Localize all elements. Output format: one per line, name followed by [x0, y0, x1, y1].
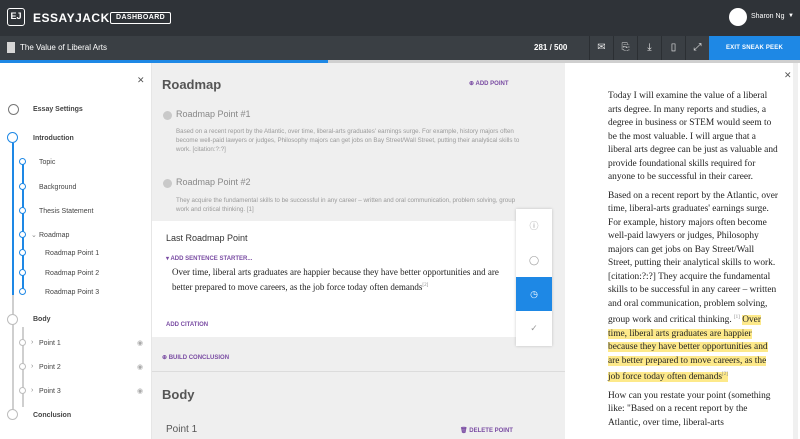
sidebar-item-introduction[interactable]: Introduction [33, 135, 74, 142]
essay-settings-link[interactable]: Essay Settings [33, 106, 83, 113]
tool-column: ⓘ ◯ ◷ ✓ [516, 209, 552, 346]
add-point-button[interactable]: ⊕ ADD POINT [469, 80, 508, 87]
chevron-down-icon[interactable]: ⌄ [31, 231, 37, 239]
highlighted-text: Over time, liberal arts graduates are ha… [608, 315, 768, 383]
help-icon[interactable]: ⓘ [516, 209, 552, 243]
essay-paragraph-roadmap: Based on a recent report by the Atlantic… [608, 190, 778, 385]
last-roadmap-point-card: Last Roadmap Point ▾ ADD SENTENCE STARTE… [152, 221, 517, 337]
timeline-node-introduction [7, 132, 18, 143]
word-count: 281 / 500 [534, 43, 568, 52]
chevron-right-icon[interactable]: › [31, 339, 33, 346]
timeline-node-roadmap-point-3 [19, 288, 26, 295]
sidebar-item-point-3[interactable]: Point 3 [39, 388, 61, 395]
sidebar-item-background[interactable]: Background [39, 184, 76, 191]
document-bar: The Value of Liberal Arts 281 / 500 ✉ ⎘ … [0, 36, 800, 60]
essay-text: Today I will examine the value of a libe… [608, 90, 778, 435]
sidebar-item-thesis-statement[interactable]: Thesis Statement [39, 208, 93, 215]
expand-icon[interactable]: ⤢ [685, 36, 709, 60]
delete-point-button[interactable]: 🗑 DELETE POINT [460, 427, 513, 434]
avatar[interactable] [729, 8, 747, 26]
document-icon [7, 42, 15, 53]
builder-panel: Roadmap ⊕ ADD POINT Roadmap Point #1 Bas… [152, 63, 565, 439]
document-title: The Value of Liberal Arts [20, 43, 108, 52]
clock-icon [163, 179, 172, 188]
eye-icon[interactable]: ◉ [137, 387, 143, 395]
add-citation-button[interactable]: ADD CITATION [166, 322, 208, 328]
sidebar-item-conclusion[interactable]: Conclusion [33, 412, 71, 419]
exit-sneak-peek-button[interactable]: EXIT SNEAK PEEK [709, 36, 800, 60]
sidebar-item-body[interactable]: Body [33, 316, 51, 323]
add-sentence-starter-button[interactable]: ▾ ADD SENTENCE STARTER... [166, 255, 252, 262]
roadmap-point-2-text[interactable]: They acquire the fundamental skills to b… [176, 196, 521, 214]
chevron-right-icon[interactable]: › [31, 387, 33, 394]
timeline-node-topic [19, 158, 26, 165]
mail-icon[interactable]: ✉ [589, 36, 613, 60]
gear-icon[interactable] [8, 104, 19, 115]
roadmap-section-title: Roadmap [162, 77, 222, 92]
sidebar-item-roadmap-point-1[interactable]: Roadmap Point 1 [45, 250, 99, 257]
sidebar-item-roadmap-point-2[interactable]: Roadmap Point 2 [45, 270, 99, 277]
scrollbar[interactable] [793, 63, 798, 439]
brand-name[interactable]: ESSAYJACK [33, 11, 110, 25]
outline-sidebar: ✕ Essay Settings Introduction Topic Back… [0, 63, 152, 439]
timeline-node-roadmap-point-2 [19, 269, 26, 276]
citation-marker: [2] [722, 372, 728, 378]
essay-paragraph-intro: Today I will examine the value of a libe… [608, 91, 778, 182]
essayjack-logo[interactable]: EJ [7, 8, 25, 26]
file-icon[interactable]: ▯ [661, 36, 685, 60]
timeline-node-point-1 [19, 339, 26, 346]
check-icon[interactable]: ✓ [516, 311, 552, 345]
timeline-node-roadmap-point-1 [19, 249, 26, 256]
citation-marker: [2] [422, 283, 429, 288]
last-roadmap-point-title: Last Roadmap Point [166, 233, 248, 243]
timeline-remaining-line [12, 295, 14, 415]
timeline-progress-line [12, 143, 14, 295]
timeline-node-thesis [19, 207, 26, 214]
delete-point-label: DELETE POINT [469, 428, 513, 434]
last-roadmap-point-editor[interactable]: Over time, liberal arts graduates are ha… [172, 266, 512, 294]
roadmap-point-1-title: Roadmap Point #1 [176, 109, 251, 119]
build-conclusion-button[interactable]: ⊕ BUILD CONCLUSION [162, 354, 229, 361]
sidebar-item-point-2[interactable]: Point 2 [39, 364, 61, 371]
point-1-title: Point 1 [166, 424, 198, 435]
clock-icon [163, 111, 172, 120]
last-roadmap-point-text: Over time, liberal arts graduates are ha… [172, 267, 499, 292]
body-section-title: Body [162, 387, 195, 402]
timeline-node-roadmap [19, 231, 26, 238]
close-icon[interactable]: ✕ [137, 75, 145, 86]
section-divider [152, 371, 565, 372]
timeline-node-body [7, 314, 18, 325]
citation-marker: [1] [734, 315, 740, 320]
timeline-node-point-3 [19, 387, 26, 394]
timeline-node-conclusion [7, 409, 18, 420]
sidebar-item-roadmap[interactable]: Roadmap [39, 232, 69, 239]
add-sentence-starter-label: ADD SENTENCE STARTER... [170, 256, 253, 262]
highlighted-sentence: Over time, liberal arts graduates are ha… [608, 315, 768, 383]
chevron-down-icon[interactable]: ▼ [788, 13, 794, 19]
eye-icon[interactable]: ◉ [137, 363, 143, 371]
clock-icon[interactable]: ◷ [516, 277, 552, 311]
sidebar-item-roadmap-point-3[interactable]: Roadmap Point 3 [45, 289, 99, 296]
export-icon[interactable]: ⎘ [613, 36, 637, 60]
timeline-node-background [19, 183, 26, 190]
sidebar-item-point-1[interactable]: Point 1 [39, 340, 61, 347]
download-icon[interactable]: ⤓ [637, 36, 661, 60]
essay-preview-panel: ✕ Today I will examine the value of a li… [565, 63, 800, 439]
essay-paragraph-prompt: How can you restate your point (somethin… [608, 390, 771, 428]
chevron-right-icon[interactable]: › [31, 363, 33, 370]
dashboard-button[interactable]: DASHBOARD [110, 12, 172, 24]
timeline-node-point-2 [19, 363, 26, 370]
build-conclusion-label: BUILD CONCLUSION [168, 355, 230, 361]
close-icon[interactable]: ✕ [784, 70, 792, 81]
essay-roadmap-text: Based on a recent report by the Atlantic… [608, 190, 778, 326]
add-point-label: ADD POINT [475, 81, 509, 87]
comment-icon[interactable]: ◯ [516, 243, 552, 277]
roadmap-point-2-title: Roadmap Point #2 [176, 177, 251, 187]
eye-icon[interactable]: ◉ [137, 339, 143, 347]
sidebar-item-topic[interactable]: Topic [39, 159, 55, 166]
roadmap-point-1-text[interactable]: Based on a recent report by the Atlantic… [176, 127, 521, 154]
user-name[interactable]: Sharon Ng [751, 13, 784, 20]
top-bar: EJ ESSAYJACK DASHBOARD Sharon Ng ▼ [0, 0, 800, 36]
